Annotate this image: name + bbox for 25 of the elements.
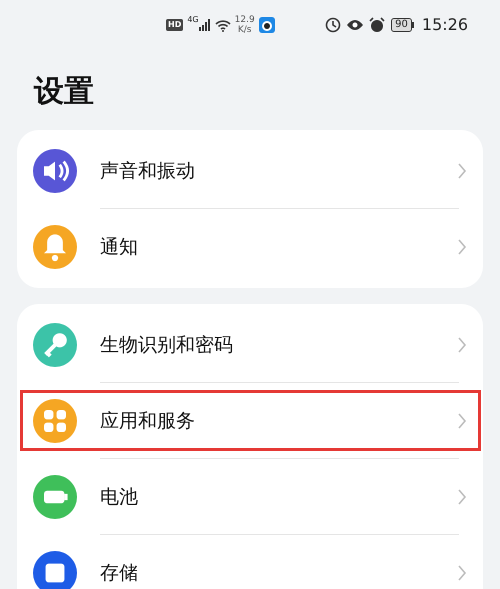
setting-label[interactable]: 存储 — [100, 558, 138, 588]
signal-icon — [198, 19, 211, 31]
speed-unit: K/s — [238, 25, 252, 35]
setting-label[interactable]: 电池 — [100, 482, 138, 512]
chevron-icon — [457, 162, 467, 180]
setting-label[interactable]: 生物识别和密码 — [100, 330, 233, 360]
chevron-icon — [457, 238, 467, 256]
clock-icon — [325, 17, 342, 33]
chevron-icon — [457, 336, 467, 354]
app-icon — [258, 17, 275, 33]
eye-icon — [346, 19, 364, 31]
network-type: 4G — [187, 14, 199, 26]
chevron-icon — [457, 564, 467, 582]
setting-label[interactable]: 声音和振动 — [100, 156, 195, 186]
setting-label[interactable]: 通知 — [100, 232, 138, 262]
wifi-icon — [214, 18, 231, 32]
time: 15:26 — [422, 14, 468, 36]
chevron-icon — [457, 488, 467, 506]
battery-icon: 90 — [391, 18, 414, 32]
page-title: 设置 — [34, 73, 94, 111]
alarm-icon — [369, 17, 386, 33]
speed-value: 12.9 — [234, 15, 255, 25]
hd-badge: HD — [166, 19, 184, 31]
setting-label[interactable]: 应用和服务 — [100, 406, 195, 436]
chevron-icon — [457, 412, 467, 430]
